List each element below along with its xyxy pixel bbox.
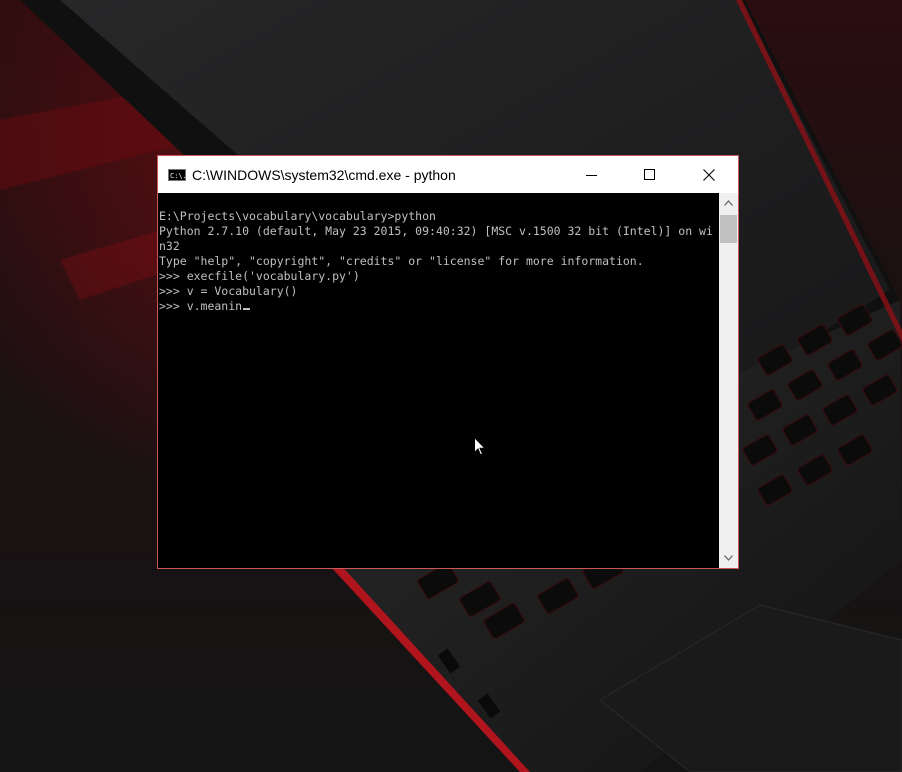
scroll-up-button[interactable]: [719, 193, 738, 213]
vertical-scrollbar[interactable]: [719, 193, 738, 568]
scroll-thumb[interactable]: [720, 215, 737, 243]
maximize-button[interactable]: [621, 156, 679, 193]
console-line: >>> v = Vocabulary(): [159, 284, 298, 298]
text-cursor: [243, 308, 251, 310]
minimize-button[interactable]: [563, 156, 621, 193]
window-title: C:\WINDOWS\system32\cmd.exe - python: [192, 166, 456, 183]
title-bar[interactable]: C:\. C:\WINDOWS\system32\cmd.exe - pytho…: [158, 156, 738, 193]
console-line: n32: [159, 239, 180, 253]
console-input-line[interactable]: >>> v.meanin: [159, 299, 242, 313]
maximize-icon: [644, 168, 655, 180]
close-button[interactable]: [680, 156, 738, 193]
cmd-window[interactable]: C:\. C:\WINDOWS\system32\cmd.exe - pytho…: [157, 155, 739, 569]
mouse-pointer-icon: [474, 437, 486, 456]
console-line: Python 2.7.10 (default, May 23 2015, 09:…: [159, 224, 713, 238]
chevron-up-icon: [724, 200, 733, 206]
console-line: E:\Projects\vocabulary\vocabulary>python: [159, 209, 436, 223]
scroll-down-button[interactable]: [719, 548, 738, 568]
console-line: Type "help", "copyright", "credits" or "…: [159, 254, 644, 268]
chevron-down-icon: [724, 555, 733, 561]
close-icon: [703, 168, 715, 181]
cmd-icon[interactable]: C:\.: [168, 168, 186, 181]
console-output[interactable]: E:\Projects\vocabulary\vocabulary>python…: [158, 193, 719, 568]
console-line: >>> execfile('vocabulary.py'): [159, 269, 360, 283]
minimize-icon: [586, 174, 597, 176]
